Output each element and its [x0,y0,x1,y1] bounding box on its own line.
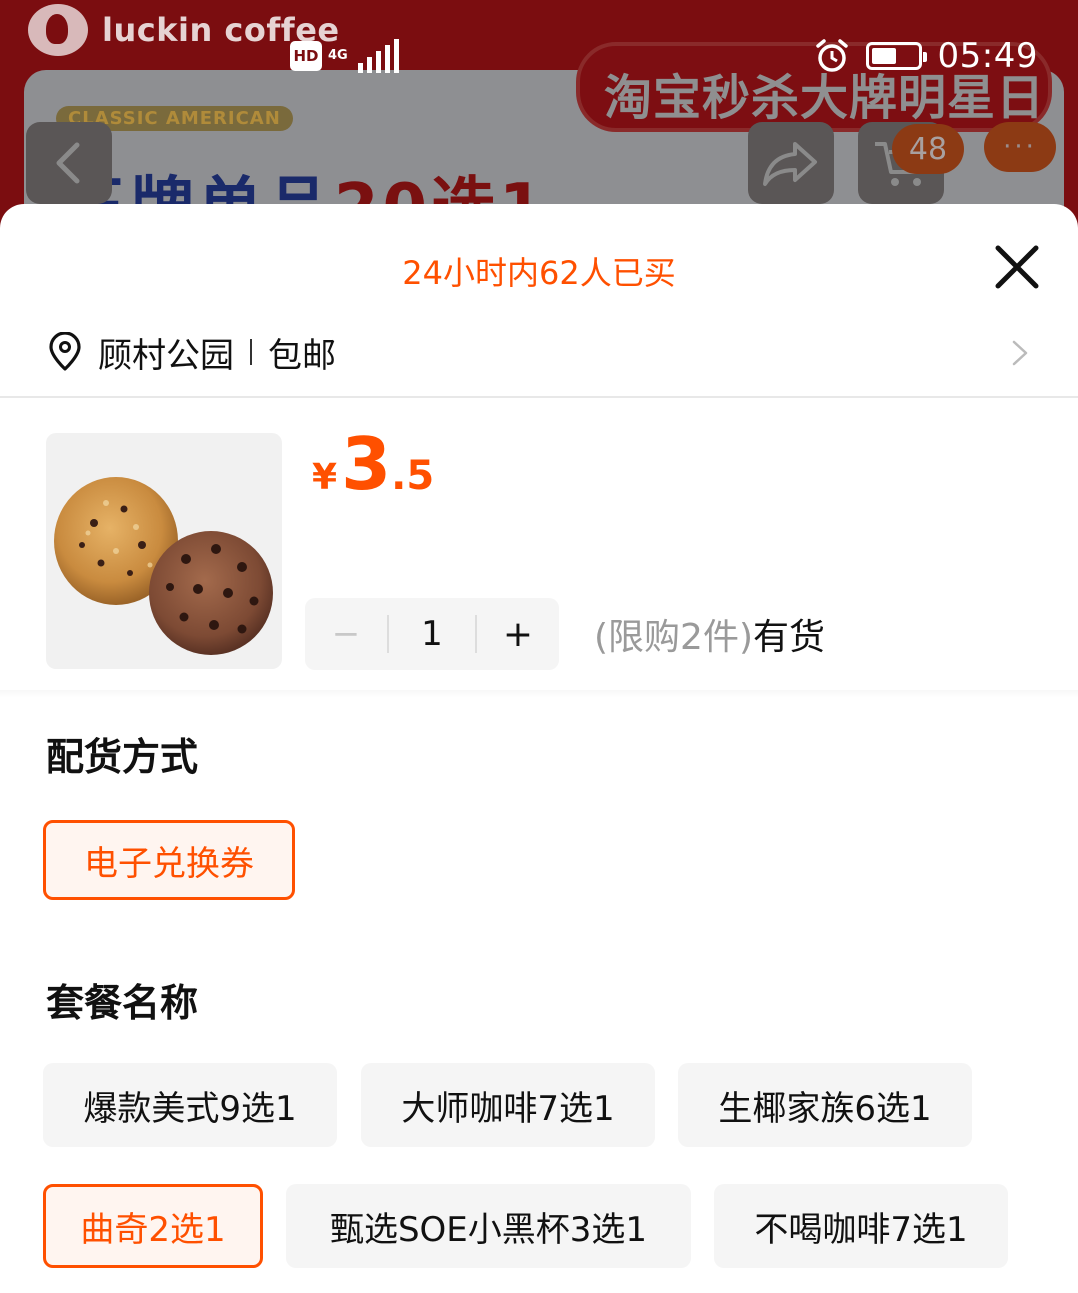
quantity-stepper: − 1 + [305,598,559,670]
signal-icon [357,39,399,73]
location-pin-icon [49,332,81,371]
sold-count-text: 24小时内62人已买 [402,254,676,292]
product-image[interactable] [46,433,282,669]
cookies-image [54,477,273,655]
section-band [0,690,1078,698]
delivery-title: 配货方式 [46,735,199,779]
close-button[interactable] [990,240,1044,294]
price-decimal: .5 [391,453,435,499]
package-option[interactable]: 大师咖啡7选1 [361,1063,655,1147]
chevron-right-icon [1012,340,1028,366]
purchase-limit-text: (限购2件) [594,617,753,658]
address-divider [250,339,252,365]
price-integer: 3 [341,422,392,506]
back-button[interactable] [26,122,112,204]
status-bar-right: 05:49 [814,30,1038,82]
alarm-icon [815,39,848,72]
stock-info: (限购2件)有货 [594,608,825,660]
sku-sheet: 24小时内62人已买 顾村公园 包邮 ¥ 3 .5 − 1 + (限购2件)有货… [0,204,1078,1293]
section-divider [0,396,1078,398]
delivery-option-voucher[interactable]: 电子兑换券 [43,820,295,900]
address-row[interactable]: 顾村公园 包邮 [46,326,1036,378]
deer-logo-icon [28,4,88,56]
stock-status-text: 有货 [753,617,826,658]
package-option[interactable]: 不喝咖啡7选1 [714,1184,1008,1268]
package-option[interactable]: 爆款美式9选1 [43,1063,337,1147]
package-title: 套餐名称 [46,981,199,1025]
quantity-input[interactable]: 1 [387,614,477,654]
package-option[interactable]: 甄选SOE小黑杯3选1 [286,1184,691,1268]
network-type: 4G [328,48,348,63]
share-icon [763,142,817,186]
decrease-button[interactable]: − [305,598,387,670]
price-currency: ¥ [312,457,338,498]
status-bar-left: HD 4G [290,30,399,82]
status-time: 05:49 [937,36,1038,76]
shipping-text: 包邮 [268,335,336,376]
package-option[interactable]: 生椰家族6选1 [678,1063,972,1147]
increase-button[interactable]: + [477,598,559,670]
hd-icon: HD [290,41,322,71]
back-icon [56,142,80,184]
battery-icon [865,42,927,70]
share-button[interactable] [748,122,834,204]
close-icon [995,245,1039,289]
more-button[interactable]: ··· [984,122,1056,172]
package-option-selected[interactable]: 曲奇2选1 [43,1184,263,1268]
cart-count-badge: 48 [892,124,964,174]
price: ¥3.5 [312,422,434,506]
address-text: 顾村公园 [98,335,234,376]
